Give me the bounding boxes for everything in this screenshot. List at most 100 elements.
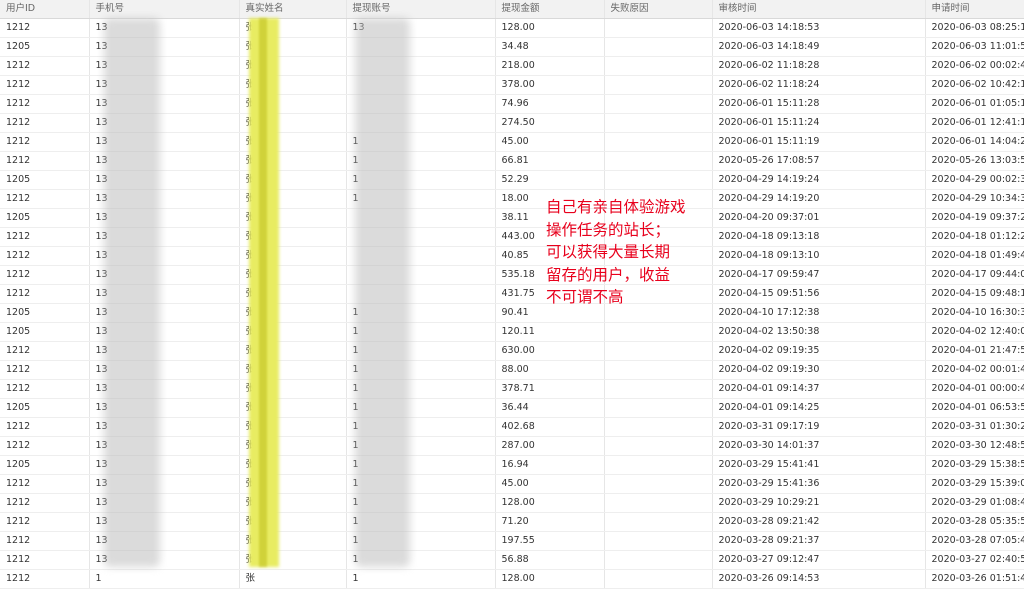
user-id-cell: 1212 (0, 265, 90, 285)
user-id-cell: 1212 (0, 341, 90, 361)
fail-reason-cell (604, 531, 713, 551)
apply-time-cell: 2020-03-28 07:05:49 (925, 531, 1024, 551)
fail-reason-cell (604, 493, 713, 513)
amount-cell: 402.68 (495, 417, 605, 437)
red-annotation-note: 自己有亲自体验游戏 操作任务的站长； 可以获得大量长期 留存的用户，收益 不可谓… (546, 196, 746, 309)
amount-cell: 74.96 (495, 94, 605, 114)
annotation-line: 留存的用户，收益 (546, 265, 671, 284)
user-id-cell: 1205 (0, 37, 90, 57)
col-amount-header[interactable]: 提现金额 (495, 0, 605, 19)
amount-cell: 197.55 (495, 531, 605, 551)
fail-reason-cell (604, 18, 713, 38)
review-time-cell: 2020-04-02 13:50:38 (712, 322, 926, 342)
fail-reason-cell (604, 94, 713, 114)
fail-reason-cell (604, 455, 713, 475)
review-time-cell: 2020-05-26 17:08:57 (712, 151, 926, 171)
col-phone-header[interactable]: 手机号 (89, 0, 240, 19)
apply-time-cell: 2020-06-03 08:25:14 (925, 18, 1024, 38)
fail-reason-cell (604, 113, 713, 133)
fail-reason-cell (604, 398, 713, 418)
name-highlight-stripe (259, 18, 267, 567)
user-id-cell: 1212 (0, 417, 90, 437)
user-id-cell: 1212 (0, 531, 90, 551)
user-id-cell: 1205 (0, 170, 90, 190)
col-review-time-header[interactable]: 审核时间 (712, 0, 926, 19)
col-real-name-header[interactable]: 真实姓名 (239, 0, 347, 19)
apply-time-cell: 2020-03-29 15:39:06 (925, 474, 1024, 494)
col-apply-time-header[interactable]: 申请时间 (925, 0, 1024, 19)
user-id-cell: 1205 (0, 398, 90, 418)
apply-time-cell: 2020-04-15 09:48:19 (925, 284, 1024, 304)
apply-time-cell: 2020-04-02 00:01:40 (925, 360, 1024, 380)
user-id-cell: 1212 (0, 474, 90, 494)
fail-reason-cell (604, 75, 713, 95)
apply-time-cell: 2020-04-17 09:44:06 (925, 265, 1024, 285)
review-time-cell: 2020-03-29 10:29:21 (712, 493, 926, 513)
apply-time-cell: 2020-04-10 16:30:31 (925, 303, 1024, 323)
user-id-cell: 1212 (0, 436, 90, 456)
user-id-cell: 1212 (0, 360, 90, 380)
review-time-cell: 2020-06-01 15:11:28 (712, 94, 926, 114)
apply-time-cell: 2020-03-29 15:38:53 (925, 455, 1024, 475)
amount-cell: 128.00 (495, 493, 605, 513)
apply-time-cell: 2020-04-18 01:49:44 (925, 246, 1024, 266)
review-time-cell: 2020-06-01 15:11:24 (712, 113, 926, 133)
apply-time-cell: 2020-06-03 11:01:50 (925, 37, 1024, 57)
user-id-cell: 1212 (0, 151, 90, 171)
fail-reason-cell (604, 322, 713, 342)
apply-time-cell: 2020-06-01 14:04:28 (925, 132, 1024, 152)
table-header: 用户ID 手机号 真实姓名 提现账号 提现金额 失败原因 审核时间 申请时间 (0, 0, 1024, 19)
real-name-cell: 张 (239, 569, 347, 589)
review-time-cell: 2020-03-30 14:01:37 (712, 436, 926, 456)
apply-time-cell: 2020-04-18 01:12:24 (925, 227, 1024, 247)
annotation-line: 可以获得大量长期 (546, 243, 671, 261)
user-id-cell: 1205 (0, 455, 90, 475)
review-time-cell: 2020-03-31 09:17:19 (712, 417, 926, 437)
account-cell: 1 (346, 569, 496, 589)
review-time-cell: 2020-04-29 14:19:24 (712, 170, 926, 190)
amount-cell: 128.00 (495, 18, 605, 38)
apply-time-cell: 2020-06-02 10:42:12 (925, 75, 1024, 95)
review-time-cell: 2020-03-29 15:41:41 (712, 455, 926, 475)
amount-cell: 378.71 (495, 379, 605, 399)
amount-cell: 630.00 (495, 341, 605, 361)
amount-cell: 16.94 (495, 455, 605, 475)
user-id-cell: 1205 (0, 303, 90, 323)
amount-cell: 218.00 (495, 56, 605, 76)
fail-reason-cell (604, 569, 713, 589)
account-blur-mask (355, 18, 410, 567)
review-time-cell: 2020-03-28 09:21:42 (712, 512, 926, 532)
annotation-line: 自己有亲自体验游戏 (546, 198, 686, 216)
user-id-cell: 1212 (0, 189, 90, 209)
user-id-cell: 1205 (0, 208, 90, 228)
fail-reason-cell (604, 360, 713, 380)
fail-reason-cell (604, 170, 713, 190)
annotation-line: 不可谓不高 (546, 288, 624, 306)
user-id-cell: 1212 (0, 18, 90, 38)
col-user-id-header[interactable]: 用户ID (0, 0, 90, 19)
review-time-cell: 2020-06-03 14:18:53 (712, 18, 926, 38)
apply-time-cell: 2020-03-30 12:48:57 (925, 436, 1024, 456)
col-withdraw-account-header[interactable]: 提现账号 (346, 0, 496, 19)
apply-time-cell: 2020-04-01 00:00:49 (925, 379, 1024, 399)
review-time-cell: 2020-04-01 09:14:25 (712, 398, 926, 418)
phone-cell: 1 (89, 569, 240, 589)
annotation-line: 操作任务的站长； (546, 220, 671, 239)
fail-reason-cell (604, 474, 713, 494)
review-time-cell: 2020-03-28 09:21:37 (712, 531, 926, 551)
amount-cell: 88.00 (495, 360, 605, 380)
user-id-cell: 1212 (0, 569, 90, 589)
amount-cell: 128.00 (495, 569, 605, 589)
fail-reason-cell (604, 37, 713, 57)
apply-time-cell: 2020-04-29 10:34:30 (925, 189, 1024, 209)
amount-cell: 45.00 (495, 132, 605, 152)
apply-time-cell: 2020-06-01 01:05:18 (925, 94, 1024, 114)
apply-time-cell: 2020-04-02 12:40:09 (925, 322, 1024, 342)
amount-cell: 71.20 (495, 512, 605, 532)
review-time-cell: 2020-06-02 11:18:24 (712, 75, 926, 95)
user-id-cell: 1212 (0, 512, 90, 532)
apply-time-cell: 2020-05-26 13:03:56 (925, 151, 1024, 171)
user-id-cell: 1212 (0, 246, 90, 266)
table-row[interactable]: 1212 1 张 1 128.00 2020-03-26 09:14:53 2020-03-… (0, 569, 1024, 589)
col-fail-reason-header[interactable]: 失败原因 (604, 0, 713, 19)
